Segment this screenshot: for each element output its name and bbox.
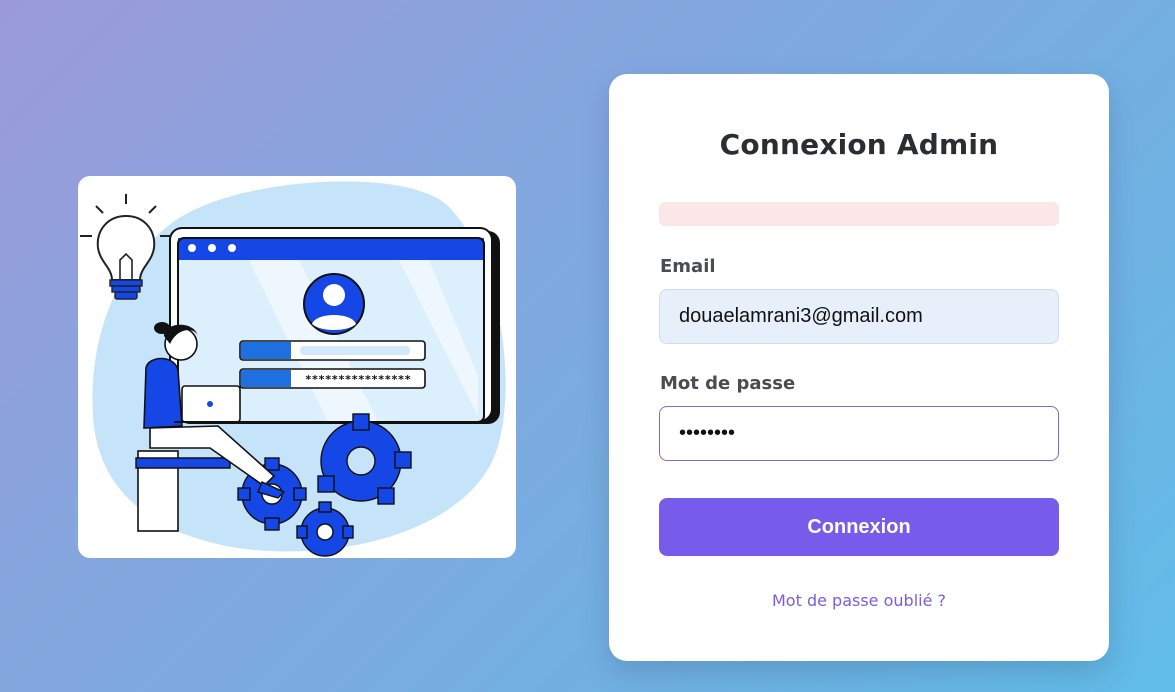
forgot-password-link[interactable]: Mot de passe oublié ? [609, 591, 1109, 610]
login-illustration: **************** [78, 176, 516, 558]
error-message-banner [659, 202, 1059, 226]
login-button[interactable]: Connexion [659, 498, 1059, 556]
email-label: Email [660, 256, 716, 277]
login-card: Connexion Admin Email Mot de passe Conne… [609, 74, 1109, 661]
user-avatar-icon [303, 273, 365, 335]
password-field[interactable] [659, 406, 1059, 461]
login-title: Connexion Admin [719, 128, 999, 161]
illustration-password-mask: **************** [305, 373, 411, 386]
admin-login-illustration-icon: **************** [80, 181, 506, 557]
password-label: Mot de passe [660, 373, 796, 394]
email-field[interactable] [659, 289, 1059, 344]
